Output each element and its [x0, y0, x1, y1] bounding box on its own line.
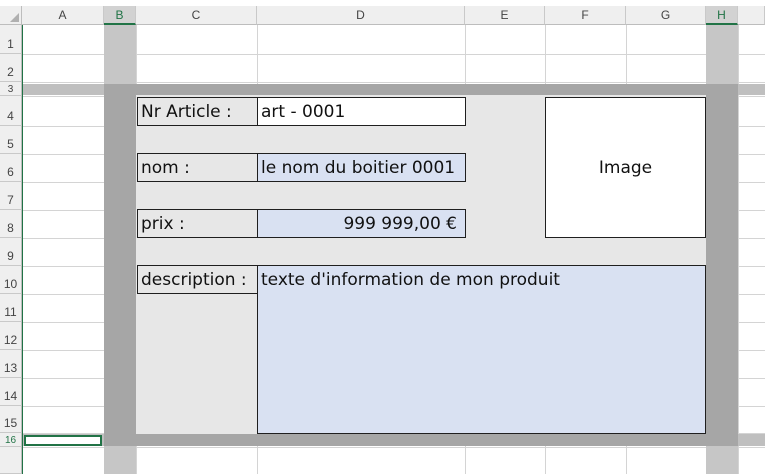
- row-header-4[interactable]: 4: [0, 96, 22, 126]
- row-header-8[interactable]: 8: [0, 210, 22, 238]
- row-header-9[interactable]: 9: [0, 238, 22, 266]
- frame-top: [104, 84, 738, 95]
- row-header-12[interactable]: 12: [0, 322, 22, 350]
- name-field[interactable]: le nom du boitier 0001: [257, 153, 466, 182]
- column-header-g[interactable]: G: [626, 6, 706, 25]
- column-header-i-partial[interactable]: [738, 6, 765, 25]
- description-field[interactable]: texte d'information de mon produit: [257, 265, 706, 434]
- row-header-13[interactable]: 13: [0, 350, 22, 378]
- active-cell-a16[interactable]: [24, 435, 102, 446]
- column-header-a[interactable]: A: [22, 6, 104, 25]
- row-header-1[interactable]: 1: [0, 25, 22, 54]
- row-header-5[interactable]: 5: [0, 126, 22, 154]
- select-all-corner[interactable]: [0, 6, 22, 25]
- row-header-11[interactable]: 11: [0, 294, 22, 322]
- price-label: prix :: [137, 209, 258, 238]
- row-header-14[interactable]: 14: [0, 378, 22, 406]
- row-header-17-partial[interactable]: [0, 447, 22, 474]
- frame-bottom: [104, 434, 738, 446]
- name-label: nom :: [137, 153, 258, 182]
- column-header-h[interactable]: H: [706, 6, 738, 25]
- row-header-16[interactable]: 16: [0, 433, 22, 447]
- column-header-c[interactable]: C: [136, 6, 257, 25]
- row-header-2[interactable]: 2: [0, 54, 22, 82]
- row-header-10[interactable]: 10: [0, 266, 22, 294]
- description-label: description :: [137, 265, 258, 294]
- row-header-6[interactable]: 6: [0, 154, 22, 182]
- select-all-triangle-icon: [10, 13, 19, 22]
- price-field[interactable]: 999 999,00 €: [257, 209, 466, 238]
- selection-edge-left: [22, 25, 23, 474]
- column-header-b[interactable]: B: [104, 6, 136, 25]
- row-header-3[interactable]: 3: [0, 82, 22, 96]
- row-header-7[interactable]: 7: [0, 182, 22, 210]
- frame-right: [706, 84, 738, 446]
- frame-left: [104, 84, 136, 446]
- column-header-d[interactable]: D: [257, 6, 465, 25]
- article-field[interactable]: art - 0001: [257, 97, 466, 126]
- product-image-box[interactable]: Image: [545, 97, 706, 238]
- column-header-f[interactable]: F: [545, 6, 626, 25]
- column-header-e[interactable]: E: [465, 6, 545, 25]
- row-header-15[interactable]: 15: [0, 406, 22, 433]
- article-label: Nr Article :: [137, 97, 258, 126]
